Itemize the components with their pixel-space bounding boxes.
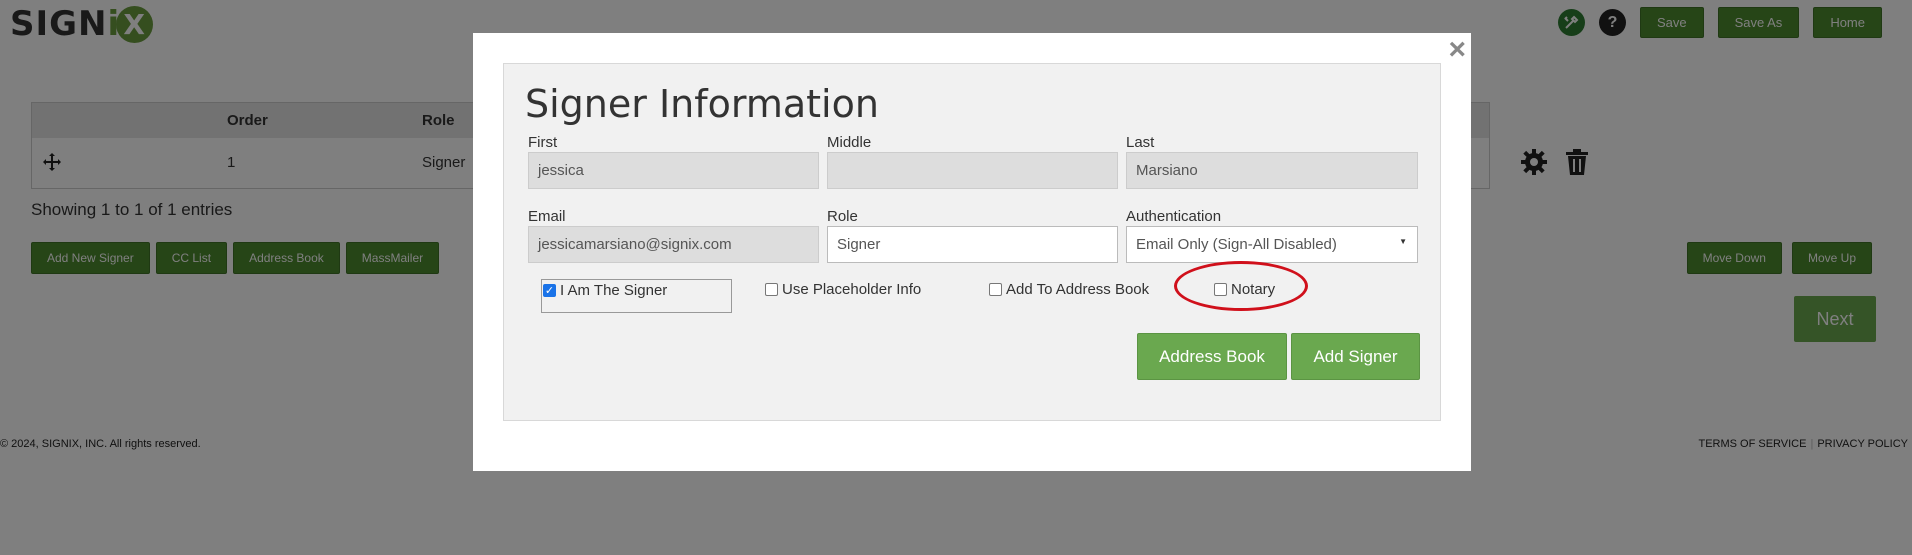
i-am-signer-option[interactable]: ✓ I Am The Signer [543, 282, 667, 299]
last-name-label: Last [1126, 134, 1155, 151]
highlight-ellipse [1174, 261, 1308, 311]
authentication-value: Email Only (Sign-All Disabled) [1136, 236, 1337, 253]
first-name-label: First [528, 134, 558, 151]
address-book-dialog-button[interactable]: Address Book [1137, 333, 1287, 380]
authentication-label: Authentication [1126, 208, 1222, 225]
i-am-signer-checkbox[interactable]: ✓ [543, 284, 556, 297]
authentication-select[interactable]: Email Only (Sign-All Disabled) ▼ [1126, 226, 1418, 263]
first-name-field[interactable]: jessica [528, 152, 819, 189]
dialog-title: Signer Information [525, 82, 879, 126]
middle-name-label: Middle [827, 134, 872, 151]
add-to-address-book-label: Add To Address Book [1006, 281, 1150, 298]
signer-information-dialog: × Signer Information First jessica Middl… [473, 33, 1471, 471]
signer-form: Signer Information First jessica Middle … [503, 63, 1441, 421]
add-to-address-book-option[interactable]: Add To Address Book [989, 281, 1149, 298]
close-icon[interactable]: × [1448, 35, 1466, 65]
use-placeholder-checkbox[interactable] [765, 283, 778, 296]
email-field[interactable]: jessicamarsiano@signix.com [528, 226, 819, 263]
last-name-field[interactable]: Marsiano [1126, 152, 1418, 189]
i-am-signer-label: I Am The Signer [560, 282, 668, 299]
role-field[interactable]: Signer [827, 226, 1118, 263]
middle-name-field[interactable] [827, 152, 1118, 189]
email-label: Email [528, 208, 566, 225]
add-signer-button[interactable]: Add Signer [1291, 333, 1420, 380]
dropdown-caret-icon: ▼ [1399, 237, 1407, 246]
use-placeholder-option[interactable]: Use Placeholder Info [765, 281, 921, 298]
role-label: Role [827, 208, 858, 225]
add-to-address-book-checkbox[interactable] [989, 283, 1002, 296]
use-placeholder-label: Use Placeholder Info [782, 281, 922, 298]
